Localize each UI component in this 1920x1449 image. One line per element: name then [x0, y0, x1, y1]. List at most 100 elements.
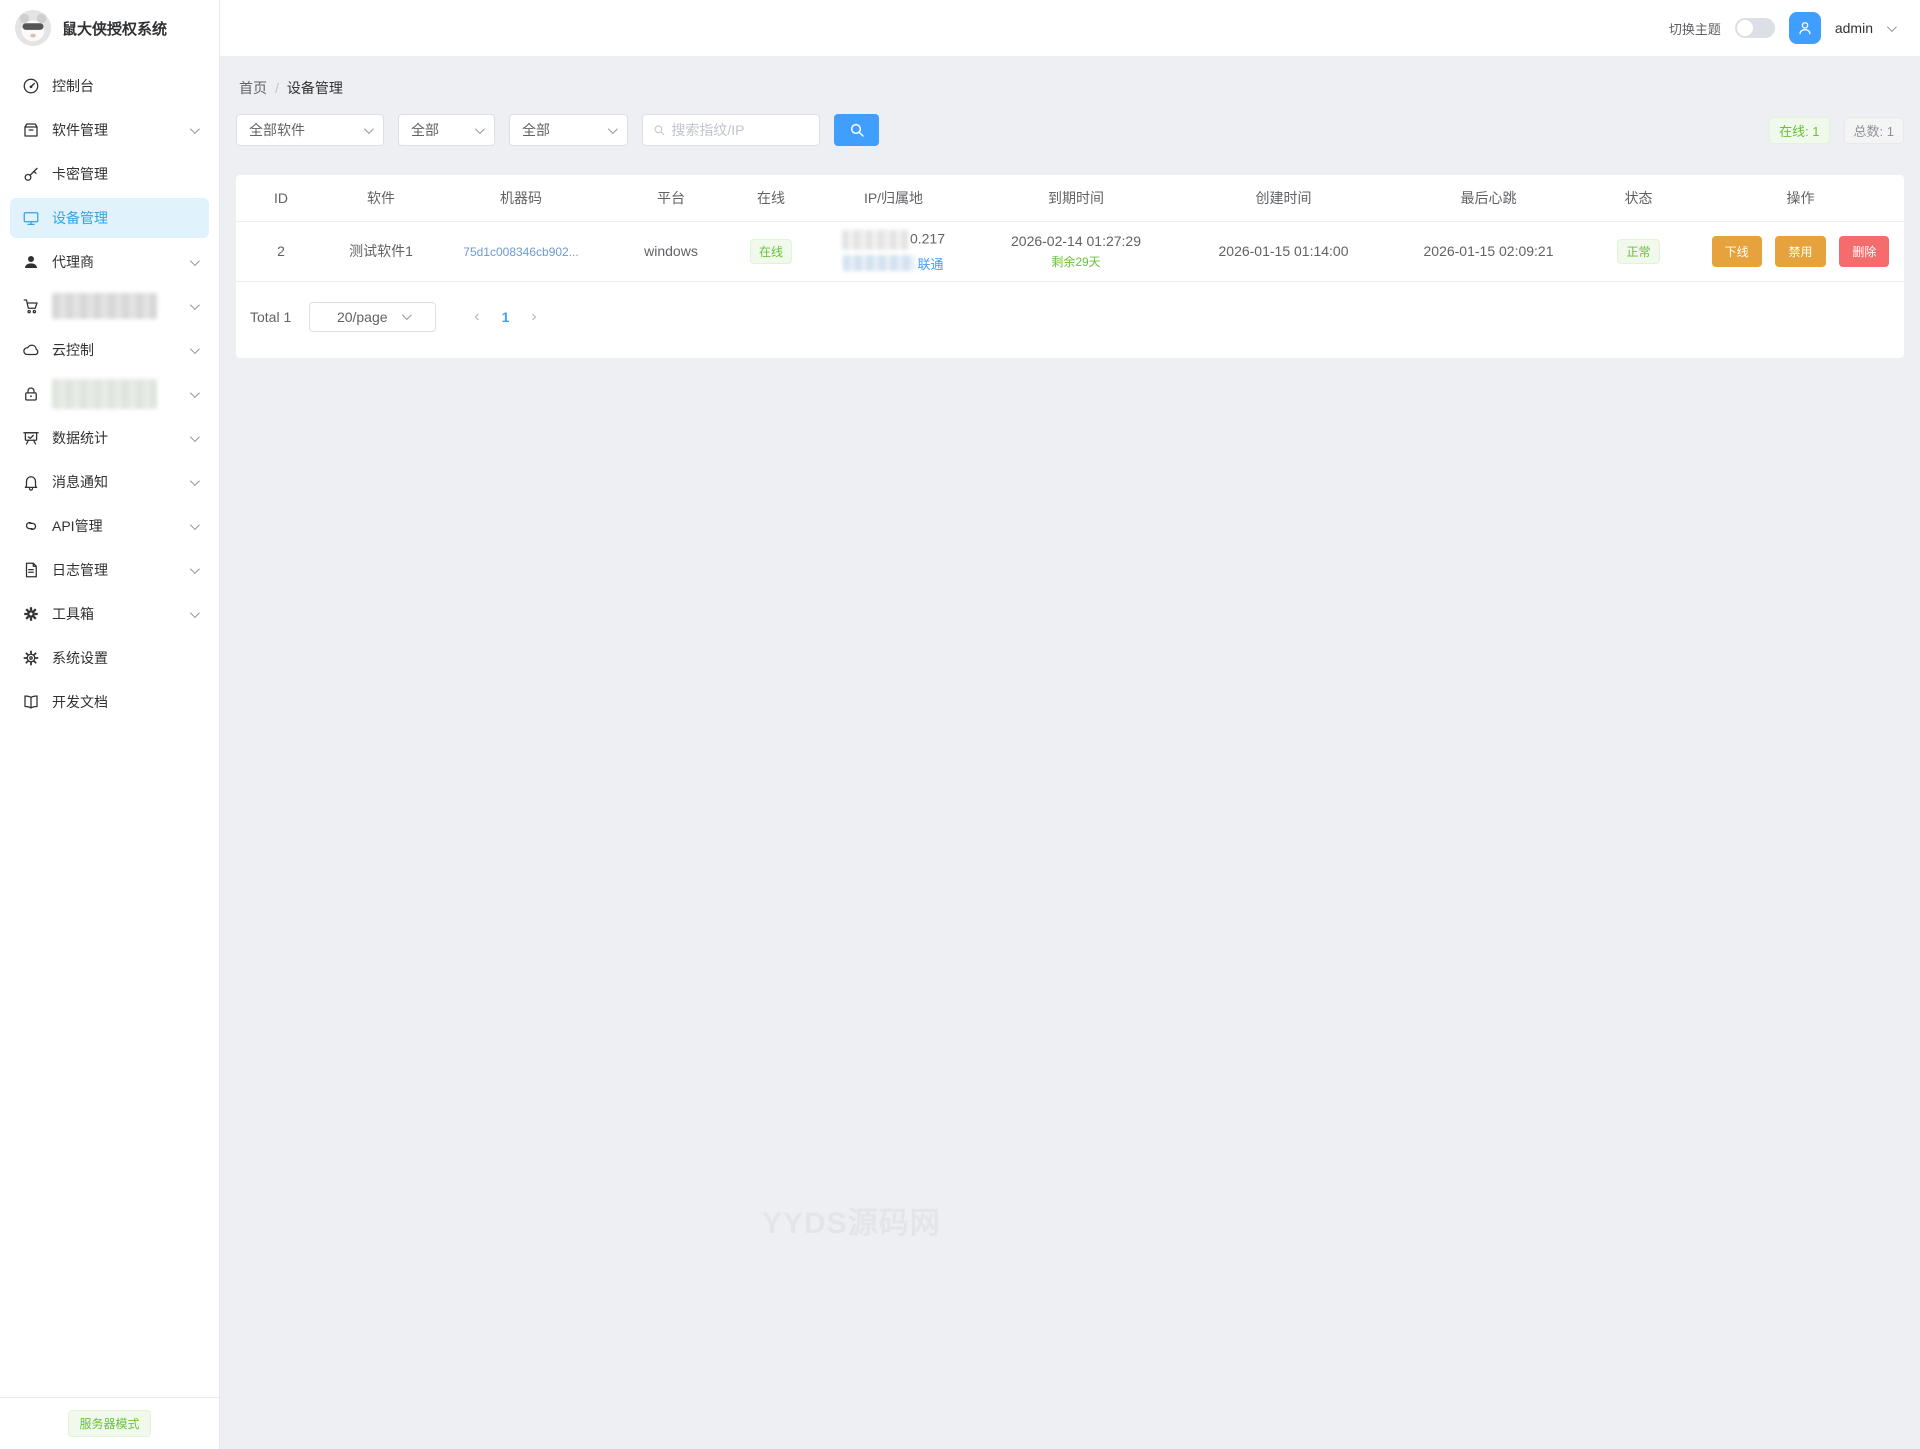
device-table-card: ID 软件 机器码 平台 在线 IP/归属地 到期时间 创建时间 最后心跳 状态…	[236, 175, 1904, 358]
cell-heartbeat: 2026-01-15 02:09:21	[1396, 221, 1581, 281]
settings-gear-icon	[22, 649, 40, 667]
sidebar-item-dashboard[interactable]: 控制台	[10, 66, 209, 106]
count-badges: 在线: 1 总数: 1	[1769, 117, 1904, 144]
app-title: 鼠大侠授权系统	[62, 18, 167, 39]
current-page[interactable]: 1	[492, 309, 520, 325]
chevron-down-icon	[190, 300, 200, 310]
disable-button[interactable]: 禁用	[1775, 236, 1825, 267]
cell-created: 2026-01-15 01:14:00	[1171, 221, 1396, 281]
sidebar-item-docs[interactable]: 开发文档	[10, 682, 209, 722]
cell-id: 2	[236, 221, 326, 281]
prev-page-icon[interactable]: ‹	[462, 308, 491, 326]
package-icon	[22, 121, 40, 139]
theme-toggle-switch[interactable]	[1735, 18, 1775, 38]
user-avatar[interactable]	[1789, 12, 1821, 44]
toolbox-gear-icon	[22, 605, 40, 623]
col-created: 创建时间	[1171, 175, 1396, 221]
location-visible: 联通	[917, 257, 943, 272]
sidebar-item-devices[interactable]: 设备管理	[10, 198, 209, 238]
chevron-down-icon	[364, 124, 374, 134]
col-machine-code: 机器码	[436, 175, 606, 221]
chevron-down-icon	[190, 608, 200, 618]
sidebar-item-label: 云控制	[52, 340, 94, 360]
sidebar-item-software[interactable]: 软件管理	[10, 110, 209, 150]
delete-button[interactable]: 删除	[1839, 236, 1889, 267]
monitor-icon	[22, 209, 40, 227]
sidebar-item-label: 系统设置	[52, 648, 108, 668]
redacted-ip	[842, 230, 908, 250]
col-actions: 操作	[1696, 175, 1905, 221]
sidebar-item-logs[interactable]: 日志管理	[10, 550, 209, 590]
chevron-down-icon	[475, 124, 485, 134]
status-filter-value: 全部	[411, 120, 439, 140]
lock-icon	[22, 385, 40, 403]
main-content: 首页 / 设备管理 全部软件 全部 全部 在线: 1 总数: 1	[220, 56, 1920, 1449]
col-ip: IP/归属地	[806, 175, 981, 221]
sidebar-item-label: 控制台	[52, 76, 94, 96]
breadcrumb-separator: /	[275, 80, 279, 96]
sidebar-item-label: 开发文档	[52, 692, 108, 712]
breadcrumb-current: 设备管理	[287, 78, 343, 98]
online-count-badge: 在线: 1	[1769, 117, 1829, 144]
offline-button[interactable]: 下线	[1712, 236, 1762, 267]
online-filter-select[interactable]: 全部	[509, 114, 628, 146]
software-filter-value: 全部软件	[249, 120, 305, 140]
sidebar-item-settings[interactable]: 系统设置	[10, 638, 209, 678]
col-expire: 到期时间	[981, 175, 1171, 221]
total-count-badge: 总数: 1	[1844, 117, 1904, 144]
sidebar: 鼠大侠授权系统 控制台 软件管理 卡密管理 设备管理 代理商	[0, 0, 220, 1449]
chevron-down-icon	[402, 310, 412, 320]
chevron-down-icon	[190, 388, 200, 398]
cell-ip: 0.217 联通	[806, 221, 981, 281]
sidebar-item-redacted-1[interactable]	[10, 286, 209, 326]
user-icon	[1796, 19, 1814, 37]
sidebar-item-agents[interactable]: 代理商	[10, 242, 209, 282]
sidebar-item-statistics[interactable]: 数据统计	[10, 418, 209, 458]
next-page-icon[interactable]: ›	[519, 308, 548, 326]
top-header: 切换主题 admin	[220, 0, 1920, 56]
device-table: ID 软件 机器码 平台 在线 IP/归属地 到期时间 创建时间 最后心跳 状态…	[236, 175, 1905, 282]
sidebar-item-label: 设备管理	[52, 208, 108, 228]
sidebar-item-label: 消息通知	[52, 472, 108, 492]
chevron-down-icon	[190, 256, 200, 266]
status-badge: 正常	[1617, 239, 1659, 264]
sidebar-item-label: 代理商	[52, 252, 94, 272]
cell-actions: 下线 禁用 删除	[1696, 221, 1905, 281]
chevron-down-icon	[190, 564, 200, 574]
username[interactable]: admin	[1835, 20, 1873, 36]
machine-code-link[interactable]: 75d1c008346cb902...	[463, 245, 578, 259]
sidebar-item-redacted-2[interactable]	[10, 374, 209, 414]
chevron-down-icon	[190, 432, 200, 442]
sidebar-item-label: 工具箱	[52, 604, 94, 624]
chevron-down-icon	[190, 520, 200, 530]
page-size-select[interactable]: 20/page	[309, 302, 436, 332]
cell-software: 测试软件1	[326, 221, 436, 281]
sidebar-item-api[interactable]: API管理	[10, 506, 209, 546]
sidebar-item-label: 软件管理	[52, 120, 108, 140]
log-file-icon	[22, 561, 40, 579]
pagination: Total 1 20/page ‹ 1 ›	[236, 282, 1904, 358]
sidebar-item-cloud[interactable]: 云控制	[10, 330, 209, 370]
breadcrumb-home[interactable]: 首页	[239, 78, 267, 98]
chevron-down-icon[interactable]	[1887, 22, 1897, 32]
expire-time: 2026-02-14 01:27:29	[981, 233, 1171, 249]
sidebar-item-label: API管理	[52, 516, 103, 536]
sidebar-footer: 服务器模式	[0, 1397, 219, 1449]
online-status-badge: 在线	[750, 239, 792, 264]
search-button[interactable]	[834, 114, 879, 146]
redacted-label	[52, 379, 157, 409]
status-filter-select[interactable]: 全部	[398, 114, 495, 146]
api-link-icon	[22, 517, 40, 535]
sidebar-item-cardkeys[interactable]: 卡密管理	[10, 154, 209, 194]
sidebar-item-notifications[interactable]: 消息通知	[10, 462, 209, 502]
chart-icon	[22, 429, 40, 447]
app-logo-mouse-icon	[14, 9, 52, 47]
app-logo-row: 鼠大侠授权系统	[0, 0, 219, 56]
sidebar-item-toolbox[interactable]: 工具箱	[10, 594, 209, 634]
chevron-down-icon	[608, 124, 618, 134]
filter-bar: 全部软件 全部 全部 在线: 1 总数: 1	[236, 114, 1904, 146]
search-input[interactable]	[671, 122, 809, 138]
dashboard-icon	[22, 77, 40, 95]
chevron-down-icon	[190, 476, 200, 486]
software-filter-select[interactable]: 全部软件	[236, 114, 384, 146]
